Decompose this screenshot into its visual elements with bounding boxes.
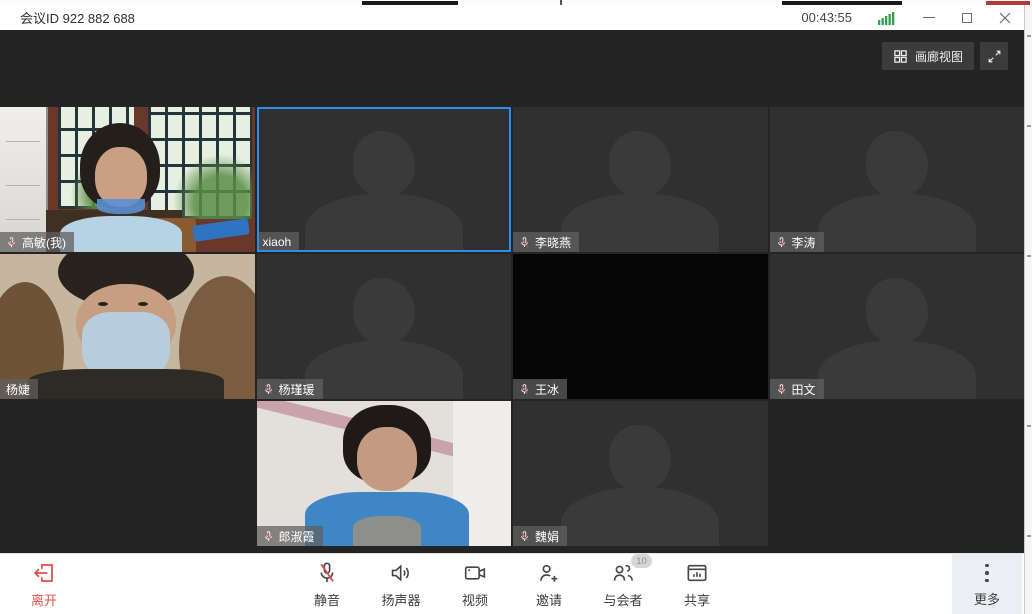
participant-tile-wangbing[interactable]: 王冰 — [513, 254, 768, 399]
muted-mic-icon — [5, 236, 18, 249]
meeting-id: 会议ID 922 882 688 — [20, 8, 135, 27]
speaker-icon — [388, 559, 414, 587]
video-feed — [257, 254, 512, 399]
participant-tile-tianwen[interactable]: 田文 — [770, 254, 1025, 399]
speaker-button[interactable]: 扬声器 — [369, 556, 433, 612]
gallery-grid-icon — [893, 49, 908, 64]
participant-name-tag: 高敏(我) — [0, 232, 74, 252]
participant-tile-gaomin[interactable]: 高敏(我) — [0, 107, 255, 252]
background-window-sliver-right — [1024, 5, 1032, 614]
fullscreen-icon — [987, 49, 1002, 64]
video-feed — [0, 254, 255, 399]
gallery-view-label: 画廊视图 — [915, 48, 963, 65]
leave-button[interactable]: 离开 — [12, 556, 76, 612]
more-button[interactable]: 更多 — [952, 554, 1022, 614]
participant-tile-langshuxia[interactable]: 郎淑霞 — [257, 401, 512, 546]
participant-name-tag: 杨瑾瑗 — [257, 379, 323, 399]
more-label: 更多 — [974, 589, 1000, 608]
muted-mic-icon — [518, 236, 531, 249]
participant-name: 高敏(我) — [22, 234, 66, 251]
video-feed — [770, 107, 1025, 252]
signal-strength-icon — [878, 11, 896, 25]
participant-name-tag: 魏娟 — [513, 526, 567, 546]
participant-tile-litao[interactable]: 李涛 — [770, 107, 1025, 252]
empty-grid-cell — [770, 401, 1025, 546]
leave-label: 离开 — [31, 590, 57, 609]
participant-tile-yangjie[interactable]: 杨婕 — [0, 254, 255, 399]
title-bar: 会议ID 922 882 688 00:43:55 — [0, 5, 1024, 30]
camera-icon — [462, 559, 488, 587]
participants-count-badge: 10 — [631, 554, 652, 568]
minimize-icon — [923, 17, 935, 18]
participant-tile-weijuan[interactable]: 魏娟 — [513, 401, 768, 546]
video-button[interactable]: 视频 — [443, 556, 507, 612]
participant-name: 杨婕 — [6, 381, 30, 398]
video-feed — [513, 254, 768, 399]
participants-icon: 10 — [610, 559, 636, 587]
video-feed — [257, 401, 512, 546]
muted-mic-icon — [262, 383, 275, 396]
mute-button[interactable]: 静音 — [295, 556, 359, 612]
participant-name: 郎淑霞 — [279, 528, 315, 545]
muted-mic-icon — [518, 383, 531, 396]
participant-name: 田文 — [792, 381, 816, 398]
minimize-button[interactable] — [910, 5, 948, 30]
close-button[interactable] — [986, 5, 1024, 30]
gallery-view-button[interactable]: 画廊视图 — [882, 42, 974, 70]
view-controls: 画廊视图 — [882, 42, 1008, 70]
participant-name: 魏娟 — [535, 528, 559, 545]
video-feed — [513, 401, 768, 546]
share-label: 共享 — [684, 590, 710, 609]
close-icon — [999, 12, 1011, 24]
invite-icon — [536, 559, 562, 587]
video-stage: 画廊视图 — [0, 30, 1024, 553]
bottom-toolbar: 离开 静音 — [0, 553, 1024, 614]
participant-tile-xiaoh[interactable]: xiaoh — [257, 107, 512, 252]
participant-name-tag: 王冰 — [513, 379, 567, 399]
participant-tile-lixiaoyan[interactable]: 李晓燕 — [513, 107, 768, 252]
meeting-timer: 00:43:55 — [801, 10, 852, 25]
video-feed — [513, 107, 768, 252]
video-feed — [257, 107, 512, 252]
invite-label: 邀请 — [536, 590, 562, 609]
maximize-button[interactable] — [948, 5, 986, 30]
participants-label: 与会者 — [603, 590, 642, 609]
more-ellipsis-icon — [985, 560, 989, 586]
share-button[interactable]: 共享 — [665, 556, 729, 612]
participant-name-tag: 田文 — [770, 379, 824, 399]
participant-name: 杨瑾瑗 — [279, 381, 315, 398]
maximize-icon — [962, 13, 972, 23]
speaker-label: 扬声器 — [381, 590, 420, 609]
mute-label: 静音 — [314, 590, 340, 609]
muted-mic-icon — [314, 559, 340, 587]
fullscreen-button[interactable] — [980, 42, 1008, 70]
participant-name: 李晓燕 — [535, 234, 571, 251]
video-feed — [770, 254, 1025, 399]
muted-mic-icon — [775, 383, 788, 396]
participant-name-tag: 李涛 — [770, 232, 824, 252]
muted-mic-icon — [262, 530, 275, 543]
muted-mic-icon — [775, 236, 788, 249]
participants-button[interactable]: 10 与会者 — [591, 556, 655, 612]
participant-name-tag: 郎淑霞 — [257, 526, 323, 546]
share-screen-icon — [684, 559, 710, 587]
participant-name-tag: xiaoh — [257, 232, 300, 252]
participant-name: 王冰 — [535, 381, 559, 398]
video-label: 视频 — [462, 590, 488, 609]
participant-name-tag: 李晓燕 — [513, 232, 579, 252]
toolbar-center-group: 静音 扬声器 视频 — [295, 554, 729, 612]
meeting-window: 会议ID 922 882 688 00:43:55 画廊视图 — [0, 0, 1032, 614]
participant-grid: 高敏(我) xiaoh — [0, 107, 1024, 546]
empty-grid-cell — [0, 401, 255, 546]
participant-name: 李涛 — [792, 234, 816, 251]
participant-name-tag: 杨婕 — [0, 379, 38, 399]
invite-button[interactable]: 邀请 — [517, 556, 581, 612]
video-feed — [0, 107, 255, 252]
participant-tile-yangjinyuan[interactable]: 杨瑾瑗 — [257, 254, 512, 399]
leave-icon — [31, 559, 57, 587]
participant-name: xiaoh — [263, 235, 292, 249]
muted-mic-icon — [518, 530, 531, 543]
